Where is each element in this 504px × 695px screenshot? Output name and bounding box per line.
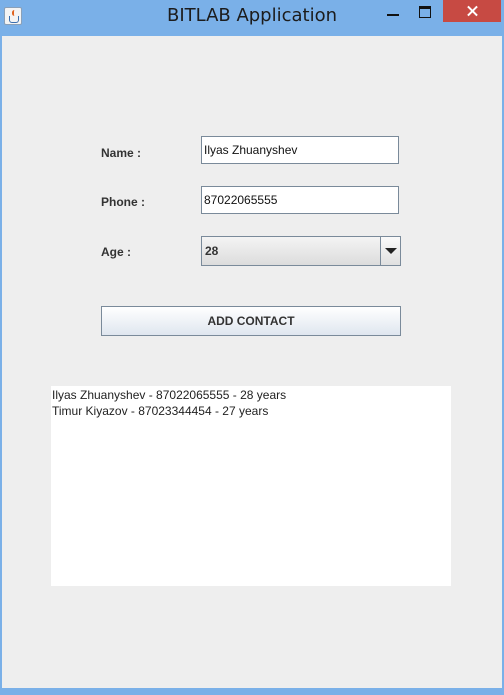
app-window: BITLAB Application Name : Phone : Age : … xyxy=(0,0,504,695)
name-field[interactable] xyxy=(201,136,399,164)
list-item[interactable]: Ilyas Zhuanyshev - 87022065555 - 28 year… xyxy=(51,387,451,403)
contacts-list[interactable]: Ilyas Zhuanyshev - 87022065555 - 28 year… xyxy=(51,386,451,586)
age-select-value: 28 xyxy=(205,244,219,258)
list-item[interactable]: Timur Kiyazov - 87023344454 - 27 years xyxy=(51,403,451,419)
content-panel: Name : Phone : Age : 28 ADD CONTACT Ilya… xyxy=(2,36,502,688)
add-contact-button[interactable]: ADD CONTACT xyxy=(101,306,401,336)
minimize-button[interactable] xyxy=(380,0,406,22)
title-bar[interactable]: BITLAB Application xyxy=(0,0,504,36)
age-select[interactable]: 28 xyxy=(201,236,401,266)
close-button[interactable] xyxy=(443,0,501,22)
maximize-button[interactable] xyxy=(412,0,438,22)
phone-field[interactable] xyxy=(201,186,399,214)
phone-label: Phone : xyxy=(101,195,145,209)
age-label: Age : xyxy=(101,245,131,259)
name-label: Name : xyxy=(101,146,142,160)
chevron-down-icon[interactable] xyxy=(380,237,400,265)
